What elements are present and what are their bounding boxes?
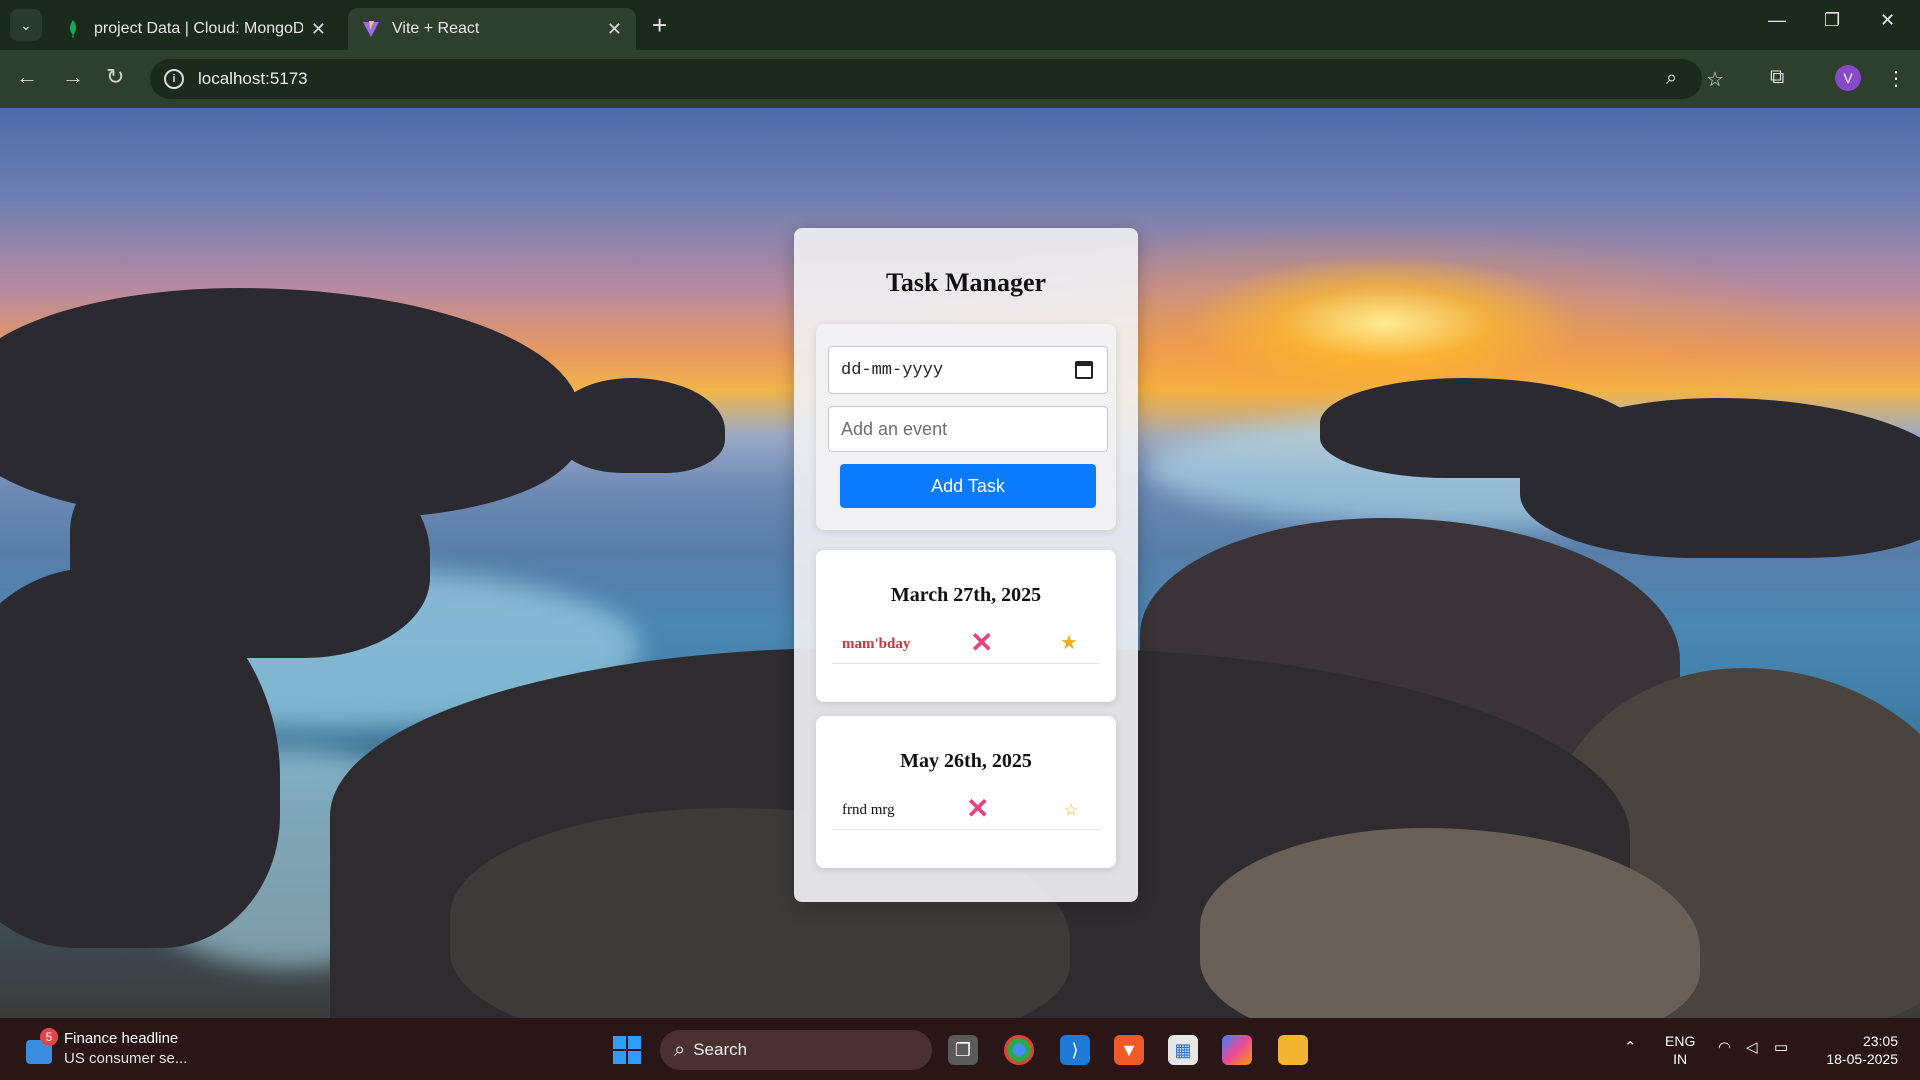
task-row: mam'bday ✕ ★ [832, 629, 1100, 664]
add-task-button[interactable]: Add Task [840, 464, 1096, 508]
mongodb-leaf-icon [64, 20, 82, 38]
group-date-heading: May 26th, 2025 [900, 750, 1032, 772]
bookmark-star-icon[interactable]: ☆ [1706, 67, 1724, 92]
browser-menu-icon[interactable]: ⋮ [1886, 66, 1906, 91]
taskbar-search[interactable]: ⌕ Search [660, 1030, 932, 1070]
language-code: ENG [1665, 1033, 1696, 1049]
task-name[interactable]: frnd mrg [842, 802, 895, 819]
news-headline[interactable]: Finance headline [64, 1030, 178, 1047]
tab-vite-react[interactable]: Vite + React ✕ [348, 8, 636, 50]
rock [1520, 398, 1920, 558]
zoom-icon[interactable]: ⌕ [1666, 67, 1677, 90]
url-text: localhost:5173 [198, 69, 308, 88]
system-clock[interactable]: 23:05 18-05-2025 [1812, 1032, 1898, 1068]
calendar-icon[interactable] [1075, 361, 1093, 379]
volume-icon[interactable]: ◁ [1746, 1038, 1758, 1056]
minimize-icon[interactable]: — [1768, 10, 1786, 31]
site-info-icon[interactable]: i [164, 69, 184, 89]
new-tab-button[interactable]: + [652, 10, 667, 41]
news-subtitle[interactable]: US consumer se... [64, 1050, 187, 1067]
star-filled-icon[interactable]: ★ [1060, 633, 1078, 653]
chrome-icon[interactable] [1004, 1035, 1034, 1065]
star-outline-icon[interactable]: ☆ [1064, 803, 1078, 819]
delete-x-icon[interactable]: ✕ [966, 795, 989, 823]
browser-tab-bar: ⌄ project Data | Cloud: MongoDB ✕ Vite +… [0, 0, 1920, 50]
wifi-icon[interactable]: ◠ [1718, 1038, 1731, 1056]
windows-start-icon[interactable] [613, 1036, 641, 1064]
back-arrow-icon[interactable]: ← [16, 64, 38, 90]
extensions-puzzle-icon[interactable]: ⧉ [1770, 66, 1784, 89]
delete-x-icon[interactable]: ✕ [970, 629, 993, 657]
battery-icon[interactable]: ▭ [1774, 1038, 1788, 1056]
close-icon[interactable]: ✕ [311, 19, 326, 40]
date-placeholder: dd-mm-yyyy [841, 360, 944, 380]
event-input[interactable] [828, 406, 1108, 452]
group-date-heading: March 27th, 2025 [890, 584, 1042, 606]
restore-icon[interactable]: ❐ [1824, 10, 1840, 31]
tab-title: Vite + React [392, 20, 480, 37]
notification-badge: 5 [40, 1028, 58, 1046]
task-group: May 26th, 2025 frnd mrg ✕ ☆ [816, 716, 1116, 868]
chevron-up-icon[interactable]: ⌃ [1624, 1038, 1637, 1056]
search-label: Search [693, 1040, 748, 1059]
task-view-icon[interactable]: ❐ [948, 1035, 978, 1065]
vscode-icon[interactable]: ⟩ [1060, 1035, 1090, 1065]
copilot-icon[interactable] [1222, 1035, 1252, 1065]
rock [555, 378, 725, 473]
task-row: frnd mrg ✕ ☆ [832, 795, 1100, 830]
task-name[interactable]: mam'bday [842, 636, 910, 653]
tab-mongodb[interactable]: project Data | Cloud: MongoDB ✕ [50, 8, 340, 50]
file-explorer-icon[interactable] [1278, 1035, 1308, 1065]
address-bar[interactable]: i localhost:5173 ⌕ ☆ [150, 59, 1724, 99]
profile-avatar[interactable]: V [1835, 65, 1861, 91]
windows-taskbar: 5 Finance headline US consumer se... ⌕ S… [0, 1018, 1920, 1080]
close-icon[interactable]: ✕ [607, 19, 622, 40]
window-close-icon[interactable]: ✕ [1880, 10, 1895, 31]
region-code: IN [1673, 1051, 1688, 1067]
tab-search-button[interactable]: ⌄ [10, 9, 42, 41]
forward-arrow-icon[interactable]: → [62, 64, 84, 90]
date-input[interactable]: dd-mm-yyyy [828, 346, 1108, 394]
clock-time: 23:05 [1862, 1033, 1898, 1049]
page-title: Task Manager [885, 268, 1047, 297]
task-manager-card: Task Manager dd-mm-yyyy Add Task March 2… [794, 228, 1138, 902]
add-task-form: dd-mm-yyyy Add Task [816, 324, 1116, 530]
tab-title: project Data | Cloud: MongoDB [94, 20, 303, 37]
search-icon: ⌕ [674, 1038, 686, 1061]
vite-logo-icon [362, 20, 380, 38]
brave-icon[interactable]: ▼ [1114, 1035, 1144, 1065]
reload-icon[interactable]: ↻ [106, 64, 124, 90]
store-icon[interactable]: ▦ [1168, 1035, 1198, 1065]
clock-date: 18-05-2025 [1826, 1051, 1898, 1067]
browser-toolbar: ← → ↻ i localhost:5173 ⌕ ☆ ⧉ V ⋮ [0, 50, 1920, 108]
page-background-scenery: Task Manager dd-mm-yyyy Add Task March 2… [0, 108, 1920, 1018]
task-group: March 27th, 2025 mam'bday ✕ ★ [816, 550, 1116, 702]
language-indicator[interactable]: ENG IN [1665, 1032, 1695, 1068]
